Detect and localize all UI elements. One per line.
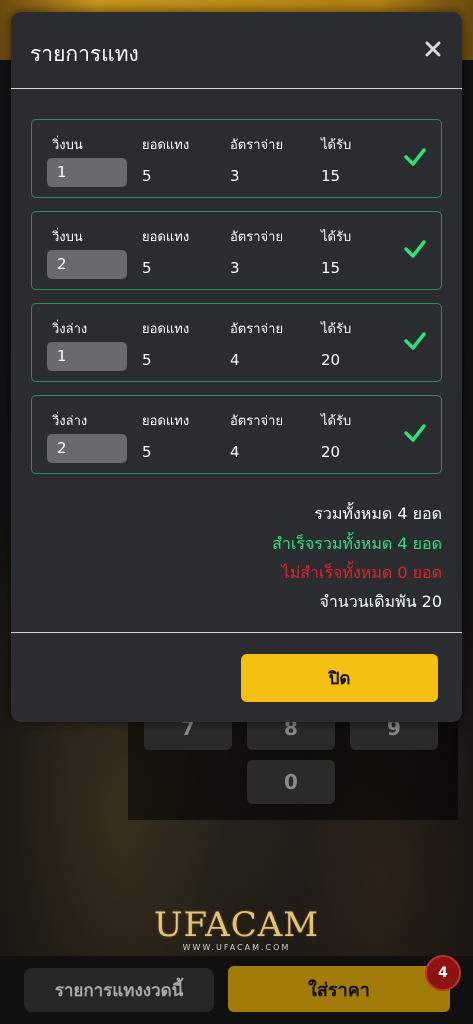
bet-win: 15	[321, 259, 341, 277]
rate-label: อัตราจ่าย	[230, 322, 284, 337]
bet-amount: 5	[142, 167, 152, 185]
brand-logo: UFACAM WWW.UFACAM.COM	[0, 905, 473, 952]
header-divider	[11, 88, 462, 89]
brand-url: WWW.UFACAM.COM	[182, 943, 291, 952]
check-icon	[404, 332, 426, 350]
bet-type: วิ่งล่าง	[52, 322, 88, 337]
bet-card: วิ่งล่าง ยอดแทง อัตราจ่าย ได้รับ 2 5 4 2…	[31, 395, 442, 474]
bet-rate: 3	[230, 167, 240, 185]
summary-stake: จำนวนเดิมพัน 20	[319, 592, 442, 611]
footer-divider	[11, 632, 462, 633]
bet-number: 2	[47, 250, 127, 279]
current-round-bets-button[interactable]: รายการแทงงวดนี้	[24, 968, 214, 1012]
rate-label: อัตราจ่าย	[230, 230, 284, 245]
check-icon	[404, 424, 426, 442]
check-icon	[404, 148, 426, 166]
bet-amount: 5	[142, 351, 152, 369]
key-0[interactable]: 0	[247, 760, 335, 804]
summary-success: สำเร็จรวมทั้งหมด 4 ยอด	[272, 534, 442, 553]
bet-win: 15	[321, 167, 341, 185]
modal-title: รายการแทง	[30, 42, 139, 66]
win-label: ได้รับ	[321, 322, 352, 337]
win-label: ได้รับ	[321, 138, 352, 153]
rate-label: อัตราจ่าย	[230, 138, 284, 153]
bet-count-badge: 4	[425, 955, 461, 991]
amount-label: ยอดแทง	[142, 414, 190, 429]
bet-type: วิ่งบน	[52, 230, 83, 245]
amount-label: ยอดแทง	[142, 230, 190, 245]
bet-win: 20	[321, 443, 341, 461]
rate-label: อัตราจ่าย	[230, 414, 284, 429]
enter-price-button[interactable]: ใส่ราคา	[228, 966, 450, 1012]
win-label: ได้รับ	[321, 414, 352, 429]
bet-win: 20	[321, 351, 341, 369]
bet-rate: 4	[230, 443, 240, 461]
bet-number: 1	[47, 342, 127, 371]
win-label: ได้รับ	[321, 230, 352, 245]
bet-number: 2	[47, 434, 127, 463]
bet-type: วิ่งบน	[52, 138, 83, 153]
bet-amount: 5	[142, 259, 152, 277]
amount-label: ยอดแทง	[142, 138, 190, 153]
summary-total: รวมทั้งหมด 4 ยอด	[314, 504, 442, 523]
bet-card: วิ่งบน ยอดแทง อัตราจ่าย ได้รับ 2 5 3 15	[31, 211, 442, 290]
bet-type: วิ่งล่าง	[52, 414, 88, 429]
summary-failed: ไม่สำเร็จทั้งหมด 0 ยอด	[281, 563, 442, 582]
bet-card: วิ่งล่าง ยอดแทง อัตราจ่าย ได้รับ 1 5 4 2…	[31, 303, 442, 382]
brand-name: UFACAM	[153, 905, 320, 945]
bet-list-modal: รายการแทง วิ่งบน ยอดแทง อัตราจ่าย ได้รับ…	[11, 12, 462, 722]
bet-rate: 4	[230, 351, 240, 369]
close-icon[interactable]	[424, 40, 442, 58]
close-button[interactable]: ปิด	[241, 654, 438, 702]
bet-number: 1	[47, 158, 127, 187]
check-icon	[404, 240, 426, 258]
bet-card: วิ่งบน ยอดแทง อัตราจ่าย ได้รับ 1 5 3 15	[31, 119, 442, 198]
bet-rate: 3	[230, 259, 240, 277]
bet-amount: 5	[142, 443, 152, 461]
amount-label: ยอดแทง	[142, 322, 190, 337]
